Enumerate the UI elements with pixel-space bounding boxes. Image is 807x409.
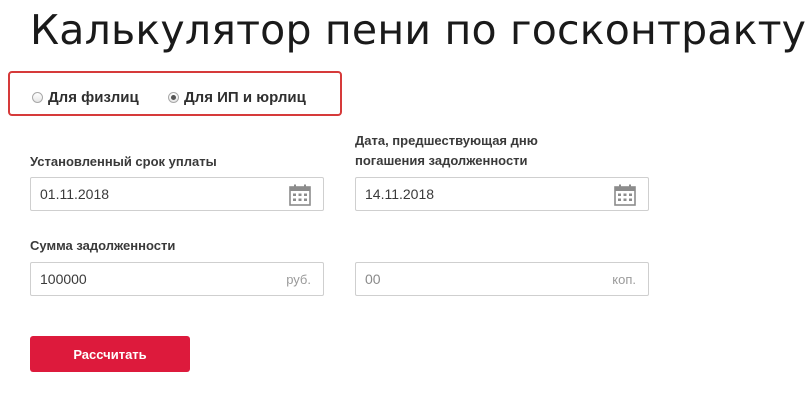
debt-rubles-input[interactable]: 100000 руб. xyxy=(30,262,324,296)
due-date-label: Установленный срок уплаты xyxy=(30,154,217,169)
radio-entities[interactable]: Для ИП и юрлиц xyxy=(168,89,306,106)
payment-date-label-line2: погашения задолженности xyxy=(355,153,528,168)
radio-entities-label: Для ИП и юрлиц xyxy=(184,89,306,106)
calendar-icon[interactable] xyxy=(289,184,311,206)
debt-kopecks-input[interactable]: 00 коп. xyxy=(355,262,649,296)
rubles-suffix: руб. xyxy=(286,272,311,287)
calendar-icon[interactable] xyxy=(614,184,636,206)
radio-individuals-circle[interactable] xyxy=(32,92,43,103)
due-date-value: 01.11.2018 xyxy=(40,186,110,202)
debt-amount-label: Сумма задолженности xyxy=(30,238,176,253)
payment-date-value: 14.11.2018 xyxy=(365,186,435,202)
due-date-field[interactable]: 01.11.2018 xyxy=(30,177,324,211)
calculator-page: Калькулятор пени по госконтракту Для физ… xyxy=(0,0,807,409)
calculate-button[interactable]: Рассчитать xyxy=(30,336,190,372)
payment-date-label: Дата, предшествующая дню погашения задол… xyxy=(355,131,538,171)
page-title: Калькулятор пени по госконтракту xyxy=(30,6,807,54)
person-type-selector: Для физлиц Для ИП и юрлиц xyxy=(8,71,342,116)
radio-individuals-label: Для физлиц xyxy=(48,89,139,106)
kopecks-suffix: коп. xyxy=(612,272,636,287)
payment-date-field[interactable]: 14.11.2018 xyxy=(355,177,649,211)
payment-date-label-line1: Дата, предшествующая дню xyxy=(355,133,538,148)
radio-entities-circle[interactable] xyxy=(168,92,179,103)
debt-rubles-value: 100000 xyxy=(40,271,87,287)
radio-individuals[interactable]: Для физлиц xyxy=(32,89,139,106)
debt-kopecks-placeholder: 00 xyxy=(365,271,381,287)
